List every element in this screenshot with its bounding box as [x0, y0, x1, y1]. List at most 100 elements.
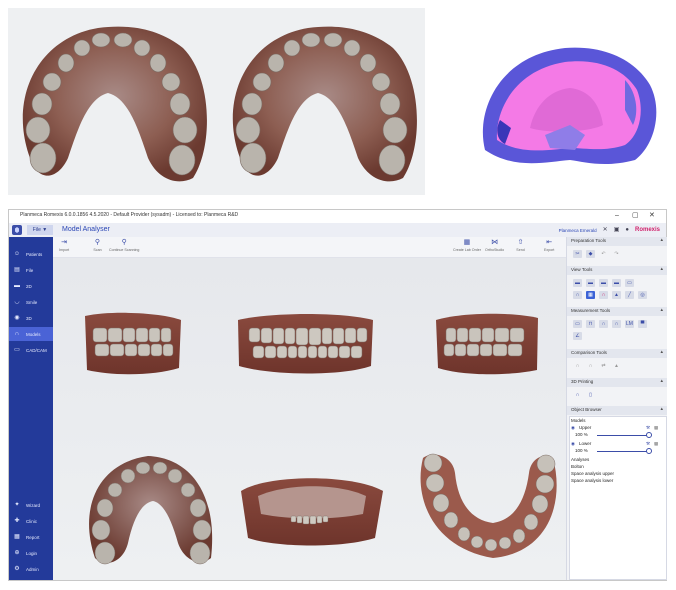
settings-icon[interactable]: ⚒: [646, 425, 650, 431]
visibility-eye-icon[interactable]: ◉: [571, 425, 575, 431]
import-button[interactable]: ⇥ Import: [59, 239, 69, 252]
sidebar-item-clinic[interactable]: ✚ Clinic: [9, 514, 53, 528]
undo-icon[interactable]: ↶: [599, 250, 608, 258]
view-tools-header[interactable]: View Tools ▴: [567, 266, 667, 275]
camera-icon[interactable]: ◎: [638, 291, 647, 299]
sidebar-item-report[interactable]: ▦ Report: [9, 530, 53, 544]
brand-logo: Romexis: [634, 227, 660, 233]
orthostudio-button[interactable]: ⋈ OrthoStudio: [485, 239, 504, 252]
sidebar-item-3d[interactable]: ◉ 3D: [9, 311, 53, 325]
sidebar-item-2d[interactable]: ▬ 2D: [9, 279, 53, 293]
arch-width-icon[interactable]: ∩: [599, 320, 608, 328]
compare-diff-icon[interactable]: ⇄: [599, 362, 608, 370]
color-map-icon[interactable]: ∩: [599, 291, 608, 299]
tools-icon[interactable]: ✕: [603, 225, 608, 235]
analysis-item[interactable]: Space analysis upper: [571, 471, 614, 476]
menu-right-group: Planmeca Emerald ✕ ▣ ● Romexis: [559, 225, 660, 235]
continue-scan-icon: ⚲: [121, 239, 127, 246]
module-title: Model Analyser: [62, 226, 110, 233]
comparison-tools-header[interactable]: Comparison Tools ▴: [567, 349, 667, 358]
main-toolbar: ⇥ Import ⚲ Scan ⚲ Continue Scanning ▦ Create…: [53, 237, 566, 258]
scan-button[interactable]: ⚲ Scan: [93, 239, 102, 252]
angle-icon[interactable]: ∠: [573, 332, 582, 340]
view-top-icon[interactable]: ▭: [625, 279, 634, 287]
model-view-lower-occlusal: [420, 453, 557, 558]
upper-opacity-handle[interactable]: [646, 432, 652, 438]
settings-icon[interactable]: ⚒: [646, 441, 650, 447]
sidebar-item-cadcam[interactable]: ▭ CAD/CAM: [9, 343, 53, 357]
view-split-icon[interactable]: ∩: [573, 291, 582, 299]
sidebar-item-file[interactable]: ▤ File: [9, 263, 53, 277]
landmark-icon[interactable]: LM: [625, 320, 634, 328]
color-swatch-icon[interactable]: ▩: [654, 441, 658, 447]
preparation-tools-header[interactable]: Preparation Tools ▴: [567, 237, 667, 246]
sidebar-item-smile[interactable]: ◡ Smile: [9, 295, 53, 309]
eraser-icon[interactable]: ◆: [586, 250, 595, 258]
view-right-icon[interactable]: ▬: [612, 279, 621, 287]
view-solid-icon[interactable]: ▲: [612, 291, 621, 299]
video-icon[interactable]: ▣: [614, 225, 620, 235]
trim-tool-icon[interactable]: ✂: [573, 250, 582, 258]
sidebar-item-login[interactable]: ⊕ Login: [9, 546, 53, 560]
models-icon: ∩: [14, 331, 20, 337]
occlusion-icon[interactable]: ▀: [638, 320, 647, 328]
color-swatch-icon[interactable]: ▩: [654, 425, 658, 431]
view-left-icon[interactable]: ▬: [599, 279, 608, 287]
import-icon: ⇥: [61, 239, 68, 246]
object-browser-header[interactable]: Object Browser ▴: [567, 406, 667, 415]
models-group-label: Models: [571, 418, 586, 423]
sidebar-item-admin[interactable]: ⚙ Admin: [9, 562, 53, 576]
lab-order-icon: ▦: [463, 239, 471, 246]
comparison-overlay-model: [482, 47, 657, 165]
upper-opacity-slider[interactable]: [597, 435, 647, 436]
view-grid-icon[interactable]: ▦: [586, 291, 595, 299]
export-button[interactable]: ⇤ Export: [544, 239, 554, 252]
upper-arch-renders: [22, 26, 417, 182]
menu-bar: File ▼ Model Analyser Planmeca Emerald ✕…: [9, 223, 666, 238]
view-back-icon[interactable]: ▬: [586, 279, 595, 287]
printer-icon[interactable]: ▯: [586, 391, 595, 399]
continue-scanning-button[interactable]: ⚲ Continue Scanning: [109, 239, 139, 252]
minimize-button[interactable]: –: [615, 211, 619, 221]
window-title: Planmeca Romexis 6.0.0.1856 4.5.2020 - D…: [20, 212, 239, 218]
help-icon[interactable]: ●: [625, 225, 629, 235]
maximize-button[interactable]: ▢: [632, 211, 639, 221]
sidebar-item-wizard[interactable]: ✦ Wizard: [9, 498, 53, 512]
create-lab-order-button[interactable]: ▦ Create Lab Order: [453, 239, 481, 252]
file-icon: ▤: [14, 267, 20, 273]
analyses-group-label: Analyses: [571, 457, 590, 462]
visibility-eye-icon[interactable]: ◉: [571, 441, 575, 447]
smile-icon: ◡: [14, 299, 20, 305]
section-icon[interactable]: ╱: [625, 291, 634, 299]
measurement-tools-header[interactable]: Measurement Tools ▴: [567, 307, 667, 316]
ruler-icon[interactable]: ▭: [573, 320, 582, 328]
upper-opacity-value: 100 %: [575, 432, 588, 437]
orthostudio-icon: ⋈: [491, 239, 499, 246]
provider-link[interactable]: Planmeca Emerald: [559, 228, 597, 233]
model-view-frontal: [238, 314, 373, 374]
compare-align-icon[interactable]: ∩: [586, 362, 595, 370]
compare-overlay-icon[interactable]: ∩: [573, 362, 582, 370]
send-button[interactable]: ⇧ Send: [516, 239, 525, 252]
compare-section-icon[interactable]: ▲: [612, 362, 621, 370]
view-front-icon[interactable]: ▬: [573, 279, 582, 287]
analysis-item[interactable]: Space analysis lower: [571, 478, 613, 483]
sidebar-item-models[interactable]: ∩ Models: [9, 327, 53, 341]
3d-printing-header[interactable]: 3D Printing ▴: [567, 378, 667, 387]
print-model-icon[interactable]: ∩: [573, 391, 582, 399]
collapse-icon: ▴: [660, 266, 663, 272]
lower-opacity-slider[interactable]: [597, 451, 647, 452]
redo-icon[interactable]: ↷: [612, 250, 621, 258]
sidebar-item-patients[interactable]: ☺ Patients: [9, 247, 53, 261]
file-menu-button[interactable]: File ▼: [27, 225, 53, 235]
close-button[interactable]: ✕: [649, 211, 655, 221]
analysis-item[interactable]: Bolton: [571, 464, 584, 469]
3d-viewport[interactable]: [53, 258, 566, 580]
lower-opacity-handle[interactable]: [646, 448, 652, 454]
distance-icon[interactable]: ⊓: [586, 320, 595, 328]
romexis-logo-icon: [12, 225, 22, 235]
3d-icon: ◉: [14, 315, 20, 321]
people-icon: ☺: [13, 251, 21, 257]
model-views: [85, 312, 557, 565]
arch-length-icon[interactable]: ∩: [612, 320, 621, 328]
